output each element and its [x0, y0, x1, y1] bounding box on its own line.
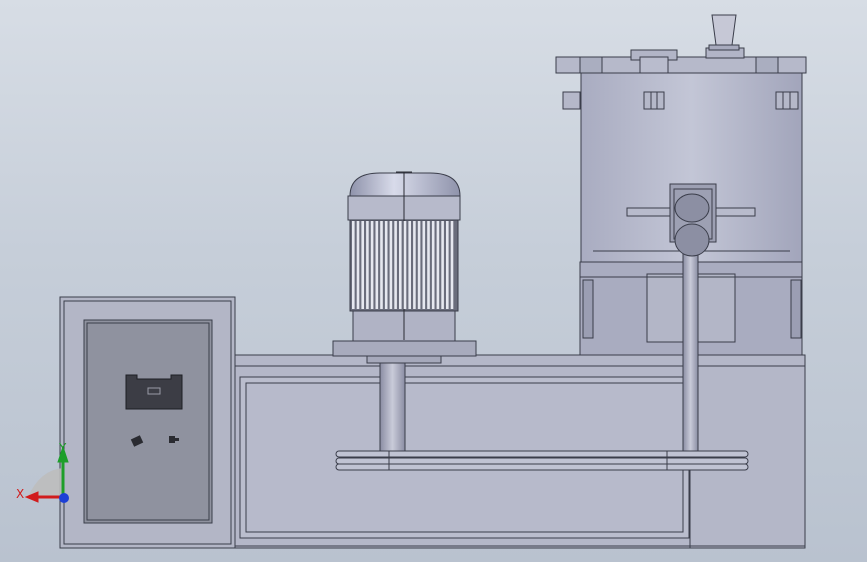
cooling-fin: [446, 221, 449, 309]
control-cabinet[interactable]: [59, 296, 236, 549]
cooling-fin: [380, 221, 383, 309]
control-panel-display: [125, 374, 183, 410]
connecting-pipes: [335, 450, 749, 471]
cooling-fin: [366, 221, 369, 309]
cooling-fin: [441, 221, 444, 309]
triad-x-label: X: [16, 487, 25, 501]
cooling-fin: [450, 221, 454, 309]
cooling-fin: [408, 221, 411, 309]
cooling-fin: [370, 221, 374, 309]
cooling-fin: [427, 221, 430, 309]
cooling-fin: [399, 221, 402, 309]
cooling-fin: [413, 221, 416, 309]
cooling-fin: [389, 221, 393, 309]
cooling-fin: [384, 221, 388, 309]
cooling-fin: [356, 221, 360, 309]
cooling-fin: [375, 221, 379, 309]
cooling-fin: [422, 221, 426, 309]
cooling-fin: [403, 221, 407, 309]
machine-model[interactable]: [0, 0, 867, 562]
cooling-fin: [352, 221, 355, 309]
cooling-fin: [417, 221, 421, 309]
cooling-fin: [431, 221, 435, 309]
cooling-fin: [436, 221, 440, 309]
triad-y-label: Y: [59, 441, 67, 455]
coordinate-triad-icon: [24, 445, 69, 503]
graphics-viewport[interactable]: Y X: [0, 0, 867, 562]
cooling-fin: [394, 221, 397, 309]
cooling-fin: [361, 221, 364, 309]
